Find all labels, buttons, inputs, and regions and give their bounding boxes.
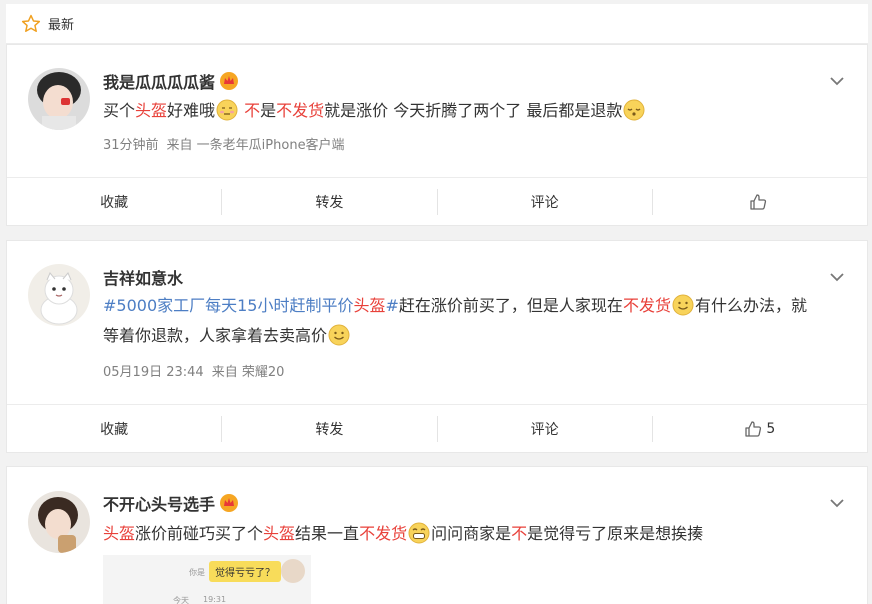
repost-label: 转发: [315, 194, 344, 211]
favorite-label: 收藏: [100, 421, 129, 438]
keyword-link[interactable]: 不发货: [276, 101, 324, 120]
keyword-link[interactable]: 不发货: [623, 296, 671, 315]
keyword-link[interactable]: 不发货: [359, 524, 407, 543]
text-segment: 是: [260, 101, 277, 120]
crown-badge-icon: [219, 71, 239, 91]
topic-link[interactable]: #5000家工厂每天15小时赶制平价: [103, 296, 354, 315]
username[interactable]: 不开心头号选手: [103, 491, 215, 515]
image-time: 19:31: [203, 595, 227, 604]
favorite-button[interactable]: 收藏: [7, 189, 221, 215]
keyword-link[interactable]: 不: [239, 101, 260, 120]
post-text: 买个头盔好难哦 不是不发货就是涨价 今天折腾了两个了 最后都是退款: [103, 96, 819, 126]
post-image[interactable]: 你是 觉得亏亏了？ 今天 19:31: [103, 555, 311, 604]
avatar[interactable]: [28, 68, 90, 130]
repost-label: 转发: [315, 421, 344, 438]
avatar[interactable]: [28, 491, 90, 553]
awkward-emoji-icon: [216, 99, 238, 121]
feed-title: 最新: [48, 18, 75, 33]
chevron-down-icon[interactable]: [827, 493, 847, 513]
keyword-link[interactable]: 头盔: [263, 524, 295, 543]
like-button[interactable]: 5: [651, 415, 867, 442]
image-label: 你是: [189, 568, 205, 577]
chevron-down-icon[interactable]: [827, 267, 847, 287]
comment-label: 评论: [530, 194, 559, 211]
grin-emoji-icon: [408, 522, 430, 544]
action-bar: 收藏 转发 评论 5: [7, 404, 867, 452]
text-segment: 好难哦: [167, 101, 216, 120]
post-card: 我是瓜瓜瓜瓜酱 买个头盔好难哦 不是不发货就是涨价 今天折腾了两个了 最后都是退…: [6, 44, 868, 226]
post-time[interactable]: 31分钟前: [103, 138, 159, 153]
username[interactable]: 吉祥如意水: [103, 265, 183, 289]
feed-header: 最新: [6, 4, 868, 44]
repost-button[interactable]: 转发: [221, 415, 436, 442]
like-count: 5: [766, 420, 776, 437]
post-source: 来自 荣耀20: [211, 365, 285, 380]
post-text: #5000家工厂每天15小时赶制平价头盔#赶在涨价前买了，但是人家现在不发货 有什…: [103, 291, 819, 351]
thumbs-up-icon: [749, 193, 767, 211]
username[interactable]: 我是瓜瓜瓜瓜酱: [103, 69, 215, 93]
action-bar: 收藏 转发 评论: [7, 177, 867, 225]
post-card: 不开心头号选手 头盔涨价前碰巧买了个头盔结果一直不发货 问问商家是不是觉得亏了原来…: [6, 466, 868, 604]
smile-emoji-icon: [672, 294, 694, 316]
text-segment: 就是涨价 今天折腾了两个了 最后都是退款: [324, 101, 623, 120]
text-segment: 涨价前碰巧买了个: [135, 524, 264, 543]
image-label: 今天: [173, 596, 189, 604]
chevron-down-icon[interactable]: [827, 71, 847, 91]
comment-label: 评论: [530, 421, 559, 438]
smile-emoji-icon: [328, 324, 350, 346]
keyword-link[interactable]: 不: [511, 524, 527, 543]
sleepy-emoji-icon: [623, 99, 645, 121]
post-meta: 05月19日 23:44 来自 荣耀20: [103, 361, 284, 380]
text-segment: 买个: [103, 101, 136, 120]
keyword-link[interactable]: 头盔: [135, 101, 167, 120]
keyword-link[interactable]: 头盔: [103, 524, 135, 543]
text-segment: 是觉得亏了原来是想挨揍: [527, 524, 704, 543]
comment-button[interactable]: 评论: [436, 188, 652, 215]
favorite-button[interactable]: 收藏: [7, 416, 221, 442]
comment-button[interactable]: 评论: [436, 415, 652, 442]
favorite-label: 收藏: [100, 194, 129, 211]
keyword-link[interactable]: 头盔: [354, 296, 386, 315]
text-segment: 结果一直: [295, 524, 360, 543]
thumbs-up-icon: [744, 420, 762, 438]
like-button[interactable]: [651, 188, 867, 215]
post-source: 来自 一条老年瓜iPhone客户端: [166, 138, 345, 153]
topic-link[interactable]: #: [386, 296, 399, 315]
chat-bubble: 觉得亏亏了？: [209, 561, 281, 582]
star-icon: [20, 13, 42, 35]
text-segment: 问问商家是: [431, 524, 512, 543]
post-card: 吉祥如意水 #5000家工厂每天15小时赶制平价头盔#赶在涨价前买了，但是人家现…: [6, 240, 868, 453]
avatar[interactable]: [28, 264, 90, 326]
post-meta: 31分钟前 来自 一条老年瓜iPhone客户端: [103, 134, 345, 153]
chat-avatar: [281, 559, 305, 583]
post-time[interactable]: 05月19日 23:44: [103, 365, 204, 380]
text-segment: 赶在涨价前买了，但是人家现在: [398, 296, 623, 315]
post-text: 头盔涨价前碰巧买了个头盔结果一直不发货 问问商家是不是觉得亏了原来是想挨揍: [103, 519, 819, 549]
crown-badge-icon: [219, 493, 239, 513]
repost-button[interactable]: 转发: [221, 188, 436, 215]
